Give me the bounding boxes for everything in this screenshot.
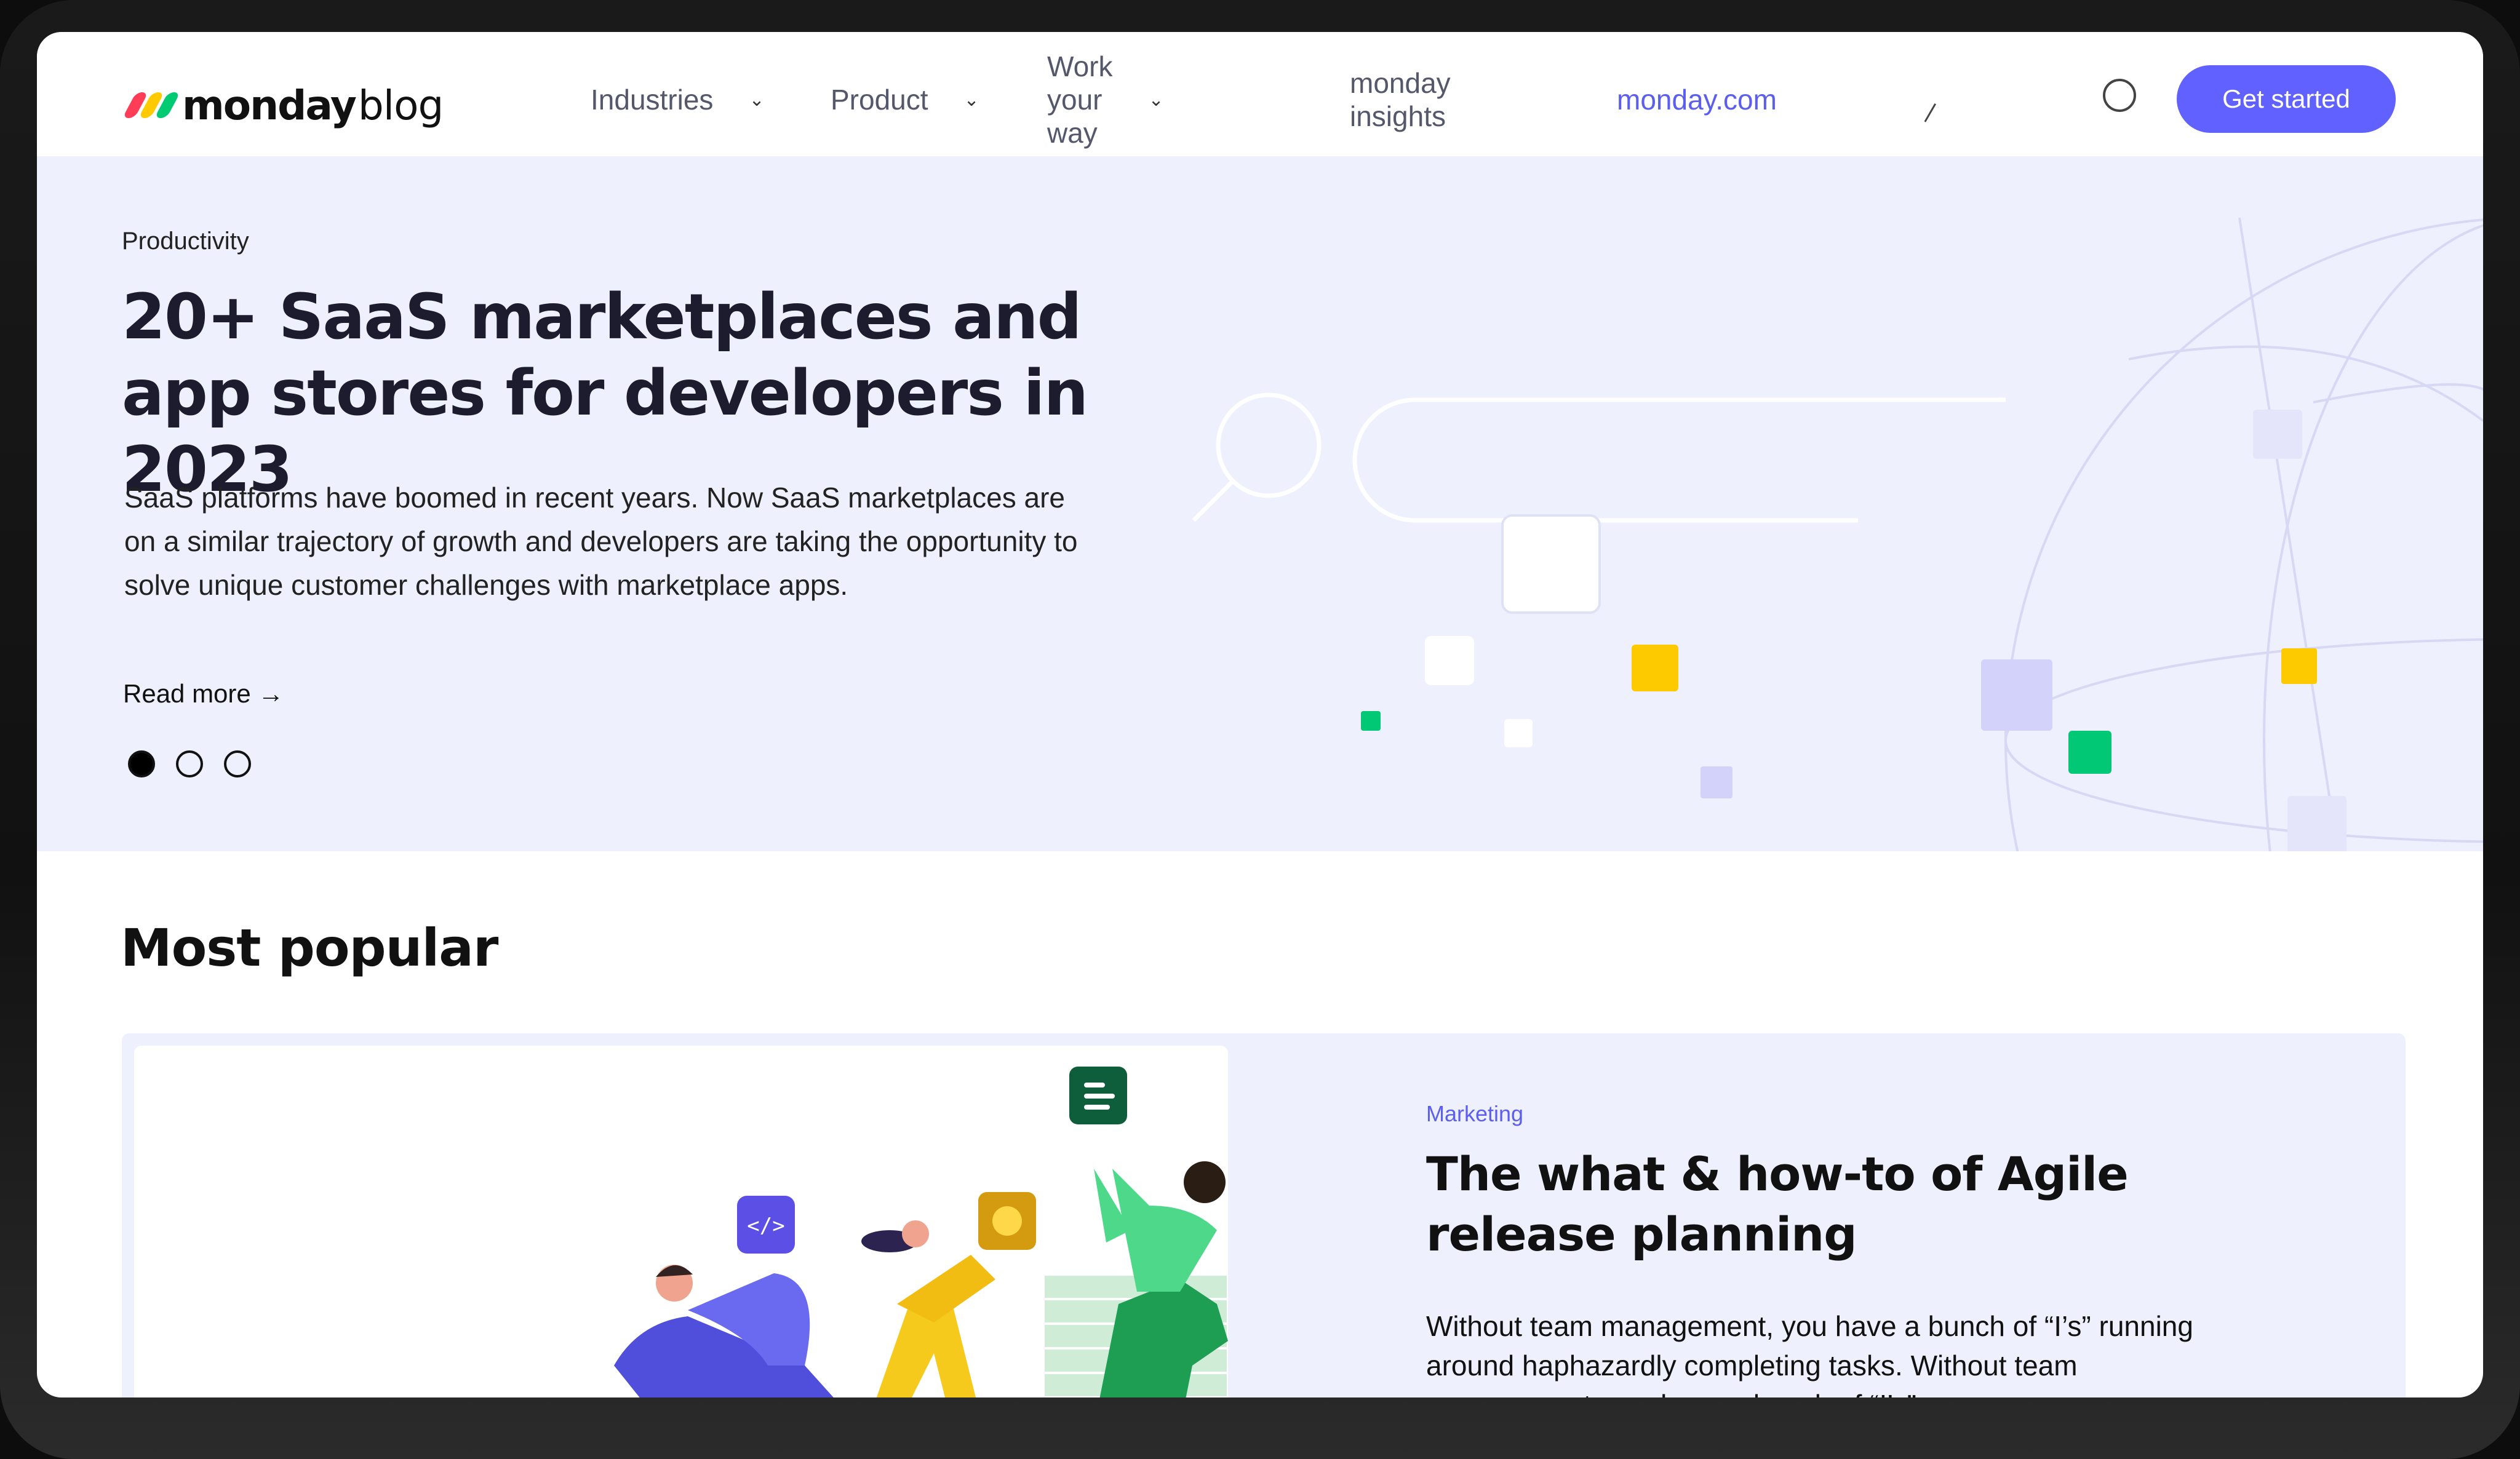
monday-blog-logo[interactable]: monday blog [122,78,444,133]
nav-item-label: Industries [591,84,714,116]
article-illustration[interactable]: </> [134,1046,1228,1397]
svg-text:</>: </> [747,1214,784,1238]
lavender-square [1981,659,2052,731]
yellow-figure [861,1220,995,1397]
article-description: Without team management, you have a bunc… [1426,1310,2193,1397]
green-square [1361,711,1381,731]
yellow-square [2281,648,2317,684]
white-square [1504,719,1533,747]
white-square [1425,636,1474,685]
logo-suffix: blog [357,81,444,129]
article-category[interactable]: Marketing [1426,1101,1523,1127]
nav-item-product[interactable]: Product ⌄ [831,75,979,124]
hero-description: SaaS platforms have boomed in recent yea… [124,482,1078,601]
nav-item-label: Product [831,84,928,116]
blue-figure [614,1265,834,1397]
carousel-dot-2[interactable] [176,750,203,777]
nav-item-monday-com[interactable]: monday.com [1617,75,1777,124]
logo-mark-icon [122,92,181,118]
team-illustration: </> [614,1067,1228,1397]
featured-article-card[interactable]: </> Marketing The what & how-to of Agile… [122,1033,2406,1397]
nav-item-work-your-way[interactable]: Work your way ⌄ [1047,50,1164,149]
chevron-down-icon: ⌄ [749,89,765,110]
white-square [1501,514,1601,614]
nav-item-label: monday.com [1617,84,1777,116]
logo-wordmark: monday [182,81,357,129]
lavender-square [1701,766,1732,798]
device-frame: monday blog Industries ⌄ Product ⌄ Work … [0,0,2520,1459]
magnifier-icon [1216,392,1322,498]
carousel-dots [128,750,251,777]
hero-banner: Productivity 20+ SaaS marketplaces and a… [37,156,2483,851]
hero-title[interactable]: 20+ SaaS marketplaces and app stores for… [122,279,1205,508]
nav-item-industries[interactable]: Industries ⌄ [591,75,765,124]
nav-item-label: monday insights [1350,67,1451,132]
most-popular-heading: Most popular [121,918,498,978]
hero-category[interactable]: Productivity [122,228,249,255]
site-header: monday blog Industries ⌄ Product ⌄ Work … [37,32,2483,156]
chevron-down-icon: ⌄ [963,89,979,110]
nav-item-monday-insights[interactable]: monday insights [1350,67,1451,132]
browser-viewport: monday blog Industries ⌄ Product ⌄ Work … [37,32,2483,1397]
search-bar-shape [1352,397,2006,523]
search-icon[interactable] [2103,79,2136,112]
chevron-down-icon: ⌄ [1148,89,1164,110]
read-more-link[interactable]: Read more → [123,679,284,709]
green-square [2068,731,2111,774]
hero-illustration [1192,217,2483,851]
carousel-dot-3[interactable] [224,750,251,777]
cursor-mark: | [1922,98,1940,124]
nav-item-label: Work your way [1047,50,1113,149]
lavender-square [2253,410,2302,459]
lavender-square [2287,796,2347,851]
yellow-square [1632,645,1678,691]
article-title[interactable]: The what & how-to of Agile release plann… [1426,1144,2226,1265]
get-started-button[interactable]: Get started [2177,65,2396,133]
carousel-dot-1[interactable] [128,750,155,777]
